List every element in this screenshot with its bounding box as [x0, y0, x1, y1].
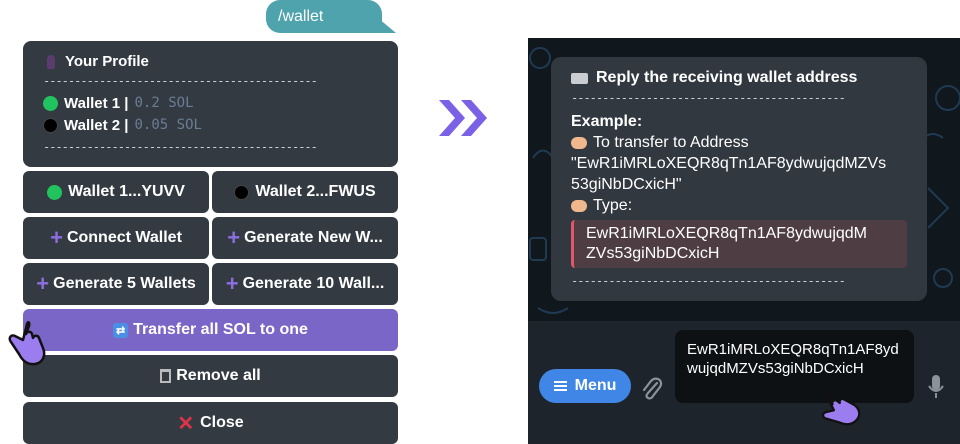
double-chevron-icon [439, 100, 487, 136]
message-title: Reply the receiving wallet address [596, 69, 858, 86]
green-circle-icon [43, 95, 58, 111]
shuffle-icon: ⇄ [113, 322, 129, 338]
close-label: Close [200, 414, 244, 431]
type-label: Type: [593, 197, 633, 214]
menu-label: Menu [574, 377, 617, 394]
bot-message: Reply the receiving wallet address -----… [551, 57, 927, 301]
generate-new-label: Generate New W... [244, 229, 383, 246]
plus-icon: + [225, 271, 239, 296]
bubble-tail [378, 18, 396, 33]
close-button[interactable]: ✕ Close [23, 402, 398, 444]
wallet-1-label: Wallet 1 | [64, 94, 129, 112]
address-line-1: "EwR1iMRLoXEQR8qTn1AF8ydwujqdMZVs [571, 155, 887, 172]
profile-header: Your Profile [47, 53, 378, 70]
cursor-hand-icon [821, 393, 861, 426]
menu-button[interactable]: Menu [539, 369, 631, 403]
transfer-all-label: Transfer all SOL to one [133, 321, 308, 338]
wallet-1-balance: 0.2 SOL [134, 95, 194, 111]
separator-top: ----------------------------------------… [43, 74, 318, 88]
mic-icon[interactable] [928, 373, 944, 401]
pointing-hand-icon [571, 136, 587, 149]
message-header: Reply the receiving wallet address [571, 69, 907, 87]
address-line-2: 53giNbDCxicH" [571, 176, 682, 193]
generate-10-label: Generate 10 Wall... [242, 275, 385, 292]
connect-wallet-label: Connect Wallet [66, 229, 182, 246]
remove-all-button[interactable]: Remove all [23, 355, 398, 397]
command-bubble: /wallet [266, 0, 382, 33]
connect-wallet-button[interactable]: + Connect Wallet [23, 217, 209, 259]
profile-card: Your Profile ---------------------------… [23, 41, 398, 167]
plus-icon: + [227, 225, 241, 250]
wallet-row-1: Wallet 1 | 0.2 SOL [43, 92, 378, 114]
wallet-1-button-label: Wallet 1...YUVV [68, 183, 185, 200]
message-input[interactable]: EwR1iMRLoXEQR8qTn1AF8ydwujqdMZVs53giNbDC… [675, 330, 914, 403]
wallet-2-button[interactable]: Wallet 2...FWUS [212, 171, 398, 213]
plus-icon: + [50, 225, 63, 250]
example-label: Example: [571, 113, 643, 130]
generate-10-wallets-button[interactable]: + Generate 10 Wall... [212, 263, 398, 305]
transfer-all-button[interactable]: ⇄ Transfer all SOL to one [23, 309, 398, 351]
wallet-2-label: Wallet 2 | [64, 116, 129, 134]
composer-bar: Menu EwR1iMRLoXEQR8qTn1AF8ydwujqdMZVs53g… [528, 321, 960, 444]
pointing-hand-icon [571, 199, 587, 212]
keyboard-icon [571, 72, 588, 84]
separator-bottom: ----------------------------------------… [43, 140, 318, 154]
cursor-hand-icon [8, 321, 46, 366]
profile-title: Your Profile [65, 53, 149, 70]
wallet-row-2: Wallet 2 | 0.05 SOL [43, 114, 378, 136]
type-line: Type: [571, 195, 907, 216]
pin-icon [47, 54, 55, 69]
wallet-2-balance: 0.05 SOL [134, 117, 202, 133]
black-circle-icon [234, 184, 250, 200]
message-separator-top: ----------------------------------------… [571, 91, 846, 105]
remove-all-label: Remove all [176, 367, 261, 384]
menu-icon [553, 381, 567, 391]
trash-icon [160, 369, 172, 383]
message-separator-bottom: ----------------------------------------… [571, 274, 846, 288]
plus-icon: + [36, 271, 50, 296]
code-line-2: ZVs53giNbDCxicH [586, 245, 720, 262]
transfer-text: To transfer to Address [593, 134, 749, 151]
wallet-1-button[interactable]: Wallet 1...YUVV [23, 171, 209, 213]
generate-5-label: Generate 5 Wallets [53, 275, 196, 292]
black-circle-icon [43, 117, 58, 133]
green-circle-icon [47, 184, 63, 200]
attach-icon[interactable] [641, 375, 663, 401]
command-text: /wallet [278, 8, 324, 25]
chat-window: Reply the receiving wallet address -----… [528, 38, 960, 444]
code-block[interactable]: EwR1iMRLoXEQR8qTn1AF8ydwujqdM ZVs53giNbD… [571, 220, 907, 268]
generate-new-wallet-button[interactable]: + Generate New W... [212, 217, 398, 259]
code-line-1: EwR1iMRLoXEQR8qTn1AF8ydwujqdM [586, 225, 867, 242]
wallet-2-button-label: Wallet 2...FWUS [255, 183, 376, 200]
close-icon: ✕ [177, 412, 195, 435]
transfer-line: To transfer to Address [571, 132, 907, 153]
generate-5-wallets-button[interactable]: + Generate 5 Wallets [23, 263, 209, 305]
